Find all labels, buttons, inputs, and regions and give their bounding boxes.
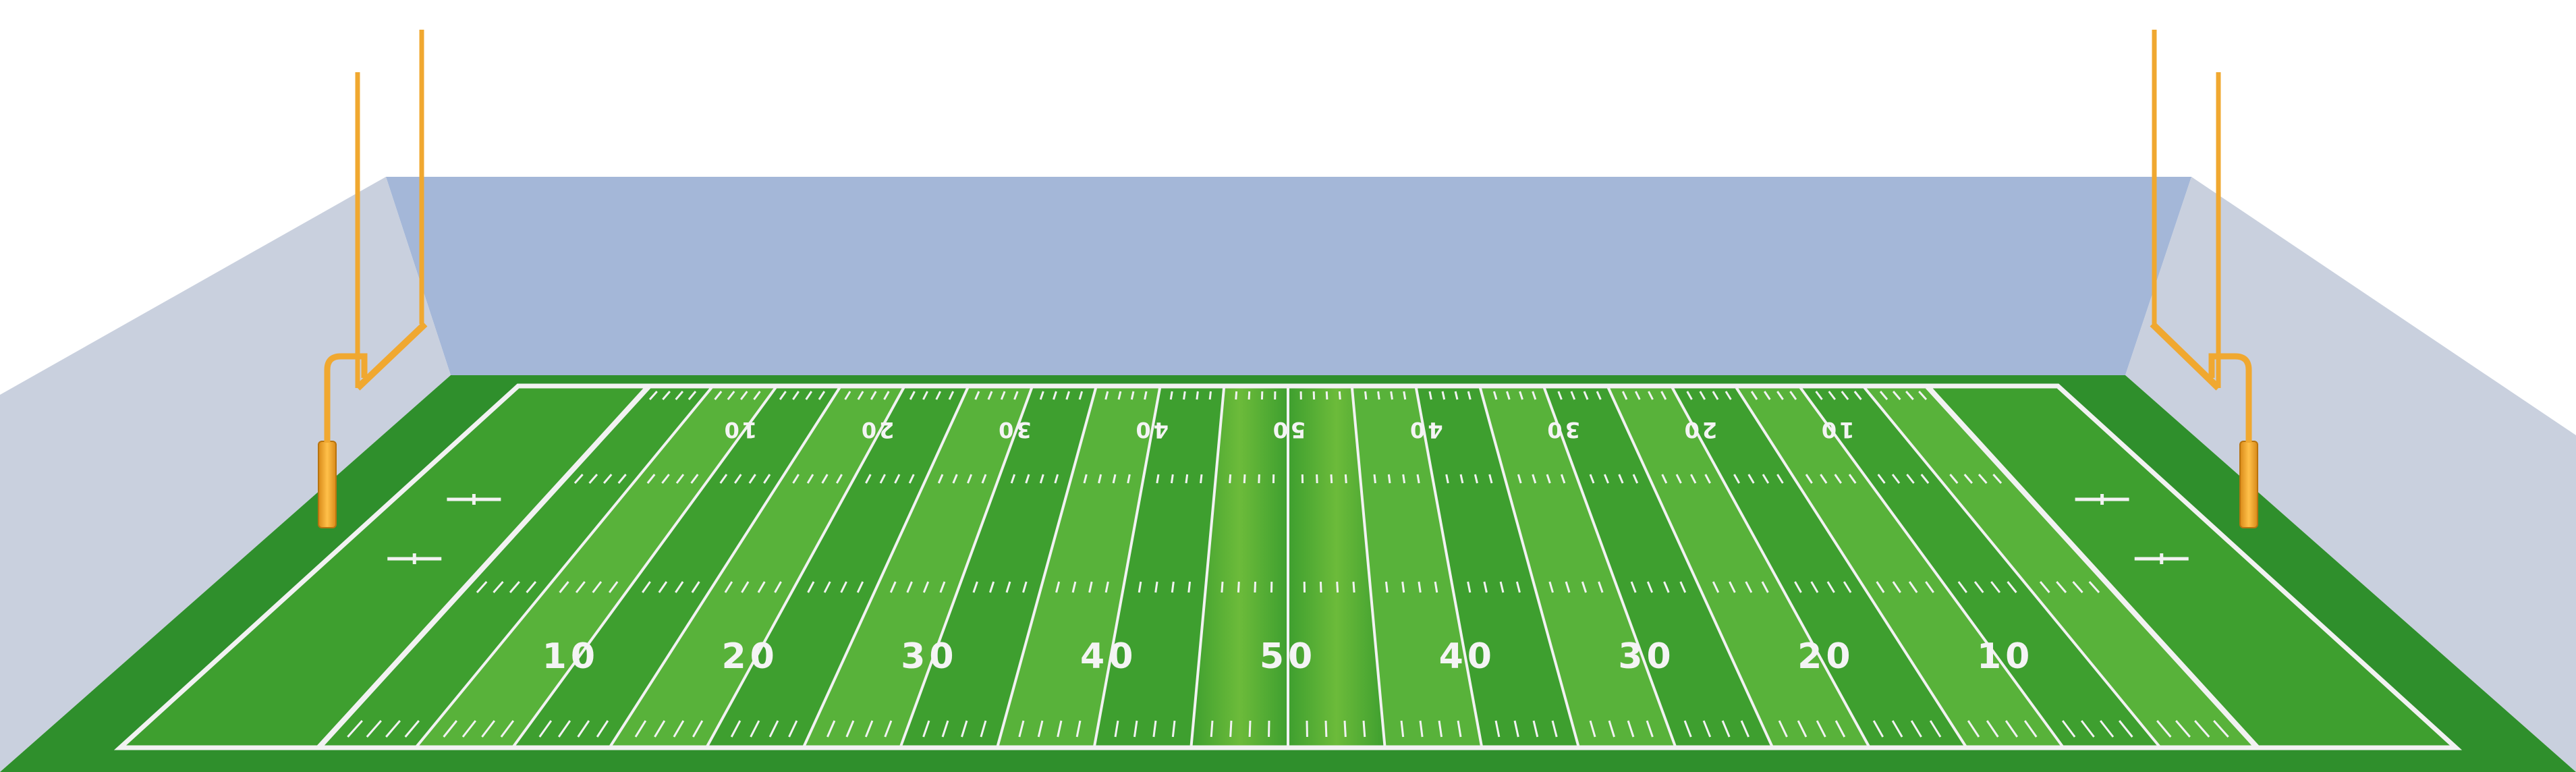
hash-mark [1170, 474, 1174, 484]
yard-number: 40 [1439, 636, 1496, 677]
back-wall [386, 177, 2191, 375]
hash-mark [1338, 391, 1341, 400]
hash-mark [1384, 581, 1389, 593]
hash-mark [1390, 391, 1393, 400]
hash-mark [1344, 474, 1347, 484]
hash-mark [1330, 474, 1333, 484]
hash-mark [1401, 581, 1405, 593]
yard-number-far: 50 [1270, 417, 1306, 443]
yard-number: 40 [1080, 636, 1137, 677]
goalpost-pad [2239, 441, 2258, 528]
yard-number-far: 10 [1819, 417, 1855, 443]
hash-mark [1156, 474, 1160, 484]
yard-number: 30 [1618, 636, 1675, 677]
hash-mark [1319, 581, 1322, 593]
hash-mark [1171, 581, 1175, 593]
hash-mark [1183, 391, 1186, 400]
yard-number-far: 20 [859, 417, 895, 443]
yard-number-far: 40 [1133, 417, 1169, 443]
yard-number: 10 [1977, 636, 2034, 677]
hash-mark [1377, 391, 1380, 400]
yard-number: 20 [721, 636, 778, 677]
yard-number: 30 [901, 636, 957, 677]
yard-number-far: 20 [1682, 417, 1718, 443]
yard-number-far: 30 [996, 417, 1032, 443]
yard-number: 20 [1797, 636, 1854, 677]
hash-mark [1210, 720, 1214, 738]
yard-number: 50 [1260, 636, 1316, 677]
hash-mark [1325, 391, 1328, 400]
hash-mark [1416, 474, 1420, 484]
hash-mark [1221, 581, 1224, 593]
goalpost-pad [318, 441, 337, 528]
hash-mark [1373, 474, 1376, 484]
yard-number-far: 10 [722, 417, 758, 443]
hash-mark [1352, 581, 1355, 593]
football-field-scene: 10 20 30 40 50 40 30 20 10 10 20 30 40 50 40 30 20 10 [0, 30, 2576, 772]
hash-mark [1196, 391, 1199, 400]
yard-number-far: 30 [1544, 417, 1580, 443]
hash-mark [1362, 720, 1366, 738]
hash-mark [1200, 474, 1203, 484]
hash-mark [1248, 391, 1251, 400]
hash-mark [1169, 391, 1173, 400]
hash-mark [1185, 474, 1189, 484]
hash-mark [1237, 581, 1240, 593]
hash-mark [1243, 474, 1246, 484]
hash-mark [1229, 474, 1232, 484]
hash-mark [1187, 581, 1192, 593]
hash-mark [1387, 474, 1391, 484]
hash-mark [1403, 391, 1407, 400]
hash-mark [1402, 474, 1406, 484]
hash-mark [1235, 391, 1238, 400]
hash-mark [1336, 581, 1339, 593]
yard-number-far: 40 [1407, 417, 1443, 443]
hash-mark [1254, 581, 1257, 593]
yard-number: 10 [542, 636, 599, 677]
